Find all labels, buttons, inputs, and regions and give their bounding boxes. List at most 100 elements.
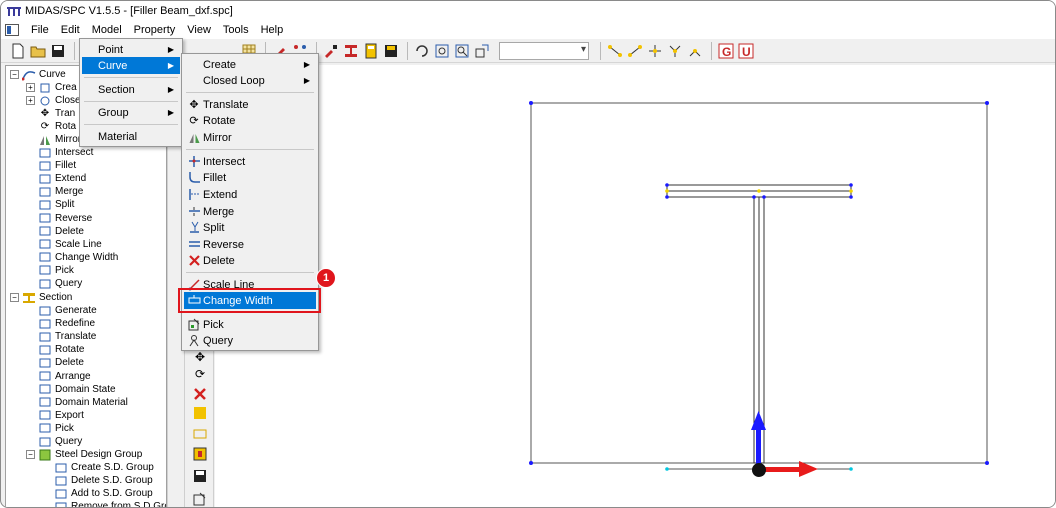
tree-section-item-0[interactable]: Generate [38, 304, 97, 317]
menu-file[interactable]: File [25, 21, 55, 39]
node-tool-1-button[interactable] [606, 42, 624, 60]
menu-item-section[interactable]: Section ▶ [82, 81, 180, 98]
tree-curve-item-5[interactable]: Reverse [38, 212, 92, 225]
menu-item-curve[interactable]: Curve ▶ [82, 57, 180, 74]
tree-section-item-6[interactable]: Domain State [38, 383, 116, 396]
node-tool-3-button[interactable] [646, 42, 664, 60]
tree-curve-item-8[interactable]: Change Width [38, 251, 118, 264]
tree-node-curve[interactable]: − Curve [10, 68, 66, 81]
save-result-button[interactable] [382, 42, 400, 60]
ibeam-tool-button[interactable] [342, 42, 360, 60]
zoom-fit-icon [455, 44, 469, 57]
tree-curve-item-4[interactable]: Split [38, 198, 74, 211]
node-tool-2-button[interactable] [626, 42, 644, 60]
submenu-item-fillet[interactable]: Fillet [184, 169, 316, 186]
submenu-item-reverse[interactable]: Reverse [184, 236, 316, 253]
new-file-button[interactable] [9, 42, 27, 60]
collapse-icon[interactable]: − [26, 450, 35, 459]
menu-model[interactable]: Model [86, 21, 128, 39]
menu-help[interactable]: Help [255, 21, 290, 39]
tree-section-item-10[interactable]: Query [38, 435, 82, 448]
tree-steel-item-3[interactable]: Remove from S.D.Gro [54, 500, 166, 507]
v-delete-button[interactable] [191, 385, 209, 403]
zoom-window-button[interactable] [433, 42, 451, 60]
tree-curve-item-9[interactable]: Pick [38, 264, 74, 277]
submenu-item-rotate[interactable]: ⟳ Rotate [184, 112, 316, 129]
v-domain-state-button[interactable] [191, 425, 209, 443]
zoom-fit-button[interactable] [453, 42, 471, 60]
view-rotate-button[interactable] [413, 42, 431, 60]
tree-curve-item-label: Intersect [55, 147, 94, 158]
gap-button[interactable]: G [717, 42, 735, 60]
tree-section-item-7[interactable]: Domain Material [38, 396, 128, 409]
tree-curve-item-7[interactable]: Scale Line [38, 238, 102, 251]
submenu-item-translate[interactable]: ✥ Translate [184, 96, 316, 113]
tree-curve-item-3[interactable]: Merge [38, 185, 83, 198]
submenu-item-mirror[interactable]: Mirror [184, 129, 316, 146]
tree-curve-item-1[interactable]: Fillet [38, 159, 76, 172]
tree-steel-item-0[interactable]: Create S.D. Group [54, 461, 154, 474]
tree-node-curve-translate[interactable]: ✥ Tran [38, 107, 75, 120]
tree-steel-item-1[interactable]: Delete S.D. Group [54, 474, 153, 487]
tree-section-item-9[interactable]: Pick [38, 422, 74, 435]
save-button[interactable] [49, 42, 67, 60]
submenu-item-pick[interactable]: Pick [184, 316, 316, 333]
node-tool-4-button[interactable] [666, 42, 684, 60]
drawing-canvas[interactable] [215, 65, 1055, 507]
tree-section-item-1[interactable]: Redefine [38, 317, 95, 330]
calculator-button[interactable] [362, 42, 380, 60]
menu-item-group[interactable]: Group ▶ [82, 104, 180, 121]
expand-icon[interactable]: + [26, 96, 35, 105]
open-file-button[interactable] [29, 42, 47, 60]
submenu-item-merge[interactable]: Merge [184, 203, 316, 220]
submenu-item-create[interactable]: Create ▶ [184, 56, 316, 73]
tree-section-item-3[interactable]: Rotate [38, 343, 84, 356]
tree-curve-item-6[interactable]: Delete [38, 225, 84, 238]
pan-button[interactable] [473, 42, 491, 60]
tree-curve-item-10[interactable]: Query [38, 277, 82, 290]
submenu-item-extend[interactable]: Extend [184, 186, 316, 203]
unit-button[interactable]: U [737, 42, 755, 60]
menu-item-point[interactable]: Point ▶ [82, 41, 180, 58]
document-system-icon[interactable] [5, 24, 19, 36]
extend-icon [187, 188, 201, 202]
submenu-label-merge: Merge [203, 205, 235, 218]
tree-node-section[interactable]: − Section [10, 291, 72, 304]
submenu-item-delete[interactable]: Delete [184, 252, 316, 269]
menu-tools[interactable]: Tools [217, 21, 255, 39]
tree-section-item-8[interactable]: Export [38, 409, 84, 422]
menu-property[interactable]: Property [128, 21, 182, 39]
collapse-icon[interactable]: − [10, 70, 19, 79]
node-tool-5-button[interactable] [686, 42, 704, 60]
v-arrange-button[interactable] [191, 404, 209, 422]
menu-view[interactable]: View [181, 21, 217, 39]
tree-section-item-item-icon [38, 409, 52, 421]
tree-node-curve-rotate[interactable]: ⟳ Rota [38, 120, 76, 133]
expand-icon[interactable]: + [26, 83, 35, 92]
menu-item-material[interactable]: Material [82, 128, 180, 145]
tree-steel-item-item-icon [54, 488, 68, 500]
menu-edit[interactable]: Edit [55, 21, 86, 39]
v-pick-button[interactable] [191, 490, 209, 507]
submenu-item-split[interactable]: Split [184, 219, 316, 236]
tree-section-item-5[interactable]: Arrange [38, 370, 91, 383]
submenu-item-closed-loop[interactable]: Closed Loop ▶ [184, 72, 316, 89]
v-export-button[interactable] [191, 467, 209, 485]
tree-node-curve-closed[interactable]: + Close [26, 94, 81, 107]
tree-section-item-2[interactable]: Translate [38, 330, 96, 343]
section-tool-button[interactable] [322, 42, 340, 60]
tree-label-closed: Close [55, 95, 81, 106]
tree-node-steel-group[interactable]: − Steel Design Group [26, 448, 142, 461]
tree-node-curve-create[interactable]: + Crea [26, 81, 77, 94]
view-combo-select[interactable] [499, 41, 589, 60]
tree-curve-item-0[interactable]: Intersect [38, 146, 93, 159]
tree-curve-item-2[interactable]: Extend [38, 172, 86, 185]
collapse-icon[interactable]: − [10, 293, 19, 302]
v-domain-material-button[interactable] [191, 445, 209, 463]
tree-steel-item-2[interactable]: Add to S.D. Group [54, 487, 153, 500]
tree-section-item-4[interactable]: Delete [38, 356, 84, 369]
submenu-item-query[interactable]: Query [184, 332, 316, 349]
submenu-item-intersect[interactable]: Intersect [184, 153, 316, 170]
v-rotate-button[interactable]: ⟳ [191, 365, 209, 383]
tree-node-curve-mirror[interactable]: Mirror [38, 133, 81, 146]
